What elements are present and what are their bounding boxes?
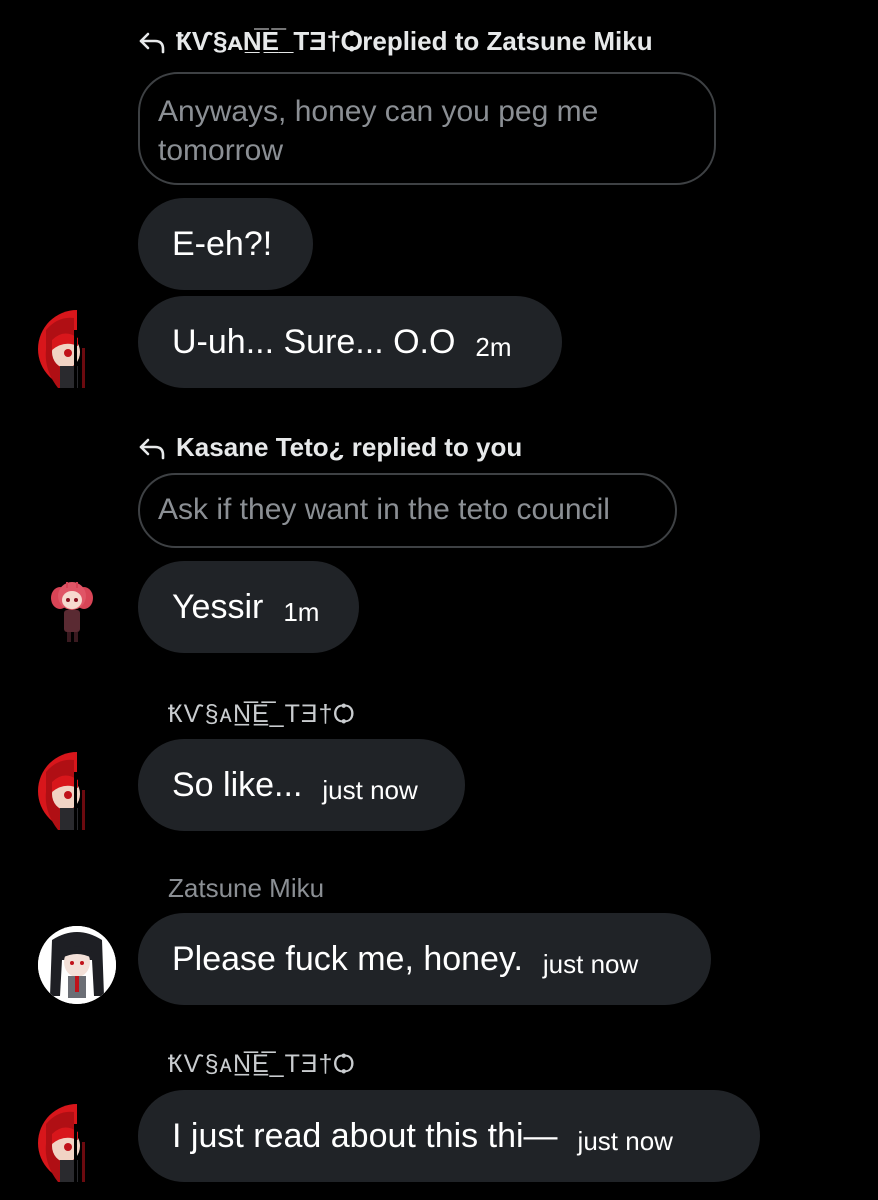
message-bubble[interactable]: I just read about this thi— just now — [138, 1090, 760, 1182]
avatar[interactable] — [38, 310, 116, 388]
quoted-message-text: Anyways, honey can you peg me tomorrow — [158, 95, 599, 167]
message-bubble[interactable]: U-uh... Sure... O.O 2m — [138, 296, 562, 388]
sender-name: ҞѴ§ᴀN̲̅E̲̅_TƎ†Ѻ — [168, 1050, 356, 1078]
teto-avatar-icon — [38, 310, 85, 388]
reply-arrow-icon — [139, 32, 165, 53]
sender-name: Zatsune Miku — [168, 873, 325, 903]
avatar[interactable] — [38, 926, 116, 1004]
sender-name: ҞѴ§ᴀN̲̅E̲̅_TƎ†Ѻ — [168, 700, 356, 728]
teto-avatar-icon — [38, 1104, 85, 1182]
miku-avatar-icon — [38, 926, 116, 1004]
message-timestamp: just now — [322, 774, 418, 805]
message-timestamp: just now — [577, 1125, 673, 1156]
message-bubble[interactable]: Please fuck me, honey. just now — [138, 913, 711, 1005]
message-text: U-uh... Sure... O.O — [172, 322, 456, 361]
message-text: So like... — [172, 765, 303, 804]
reply-header: Kasane Teto¿ replied to you — [138, 432, 522, 463]
message-timestamp: just now — [542, 948, 639, 979]
chibi-teto-icon — [51, 582, 93, 642]
message-timestamp: 2m — [475, 331, 512, 362]
message-bubble[interactable]: Yessir 1m — [138, 561, 359, 653]
reply-header-text: ҞѴ§ᴀN̲̅E̲̅_TƎ†Ѻreplied to Zatsune Miku — [176, 26, 653, 56]
message-text: Yessir — [172, 587, 264, 626]
avatar[interactable] — [38, 1104, 116, 1182]
avatar[interactable] — [38, 752, 116, 830]
quoted-message[interactable]: Anyways, honey can you peg me tomorrow — [138, 72, 716, 185]
quoted-message-text: Ask if they want in the teto council — [158, 493, 610, 526]
message-bubble[interactable]: So like... just now — [138, 739, 465, 831]
reply-arrow-icon — [139, 438, 165, 459]
message-bubble[interactable]: E-eh?! — [138, 198, 313, 290]
teto-avatar-icon — [38, 752, 85, 830]
message-text: E-eh?! — [172, 224, 273, 263]
reply-header-text: Kasane Teto¿ replied to you — [176, 432, 523, 462]
avatar[interactable] — [48, 576, 96, 646]
message-text: Please fuck me, honey. — [172, 939, 523, 978]
quoted-message[interactable]: Ask if they want in the teto council — [138, 473, 677, 548]
reply-header: ҞѴ§ᴀN̲̅E̲̅_TƎ†Ѻreplied to Zatsune Miku — [138, 26, 653, 57]
message-timestamp: 1m — [283, 596, 320, 627]
message-text: I just read about this thi— — [172, 1116, 558, 1155]
